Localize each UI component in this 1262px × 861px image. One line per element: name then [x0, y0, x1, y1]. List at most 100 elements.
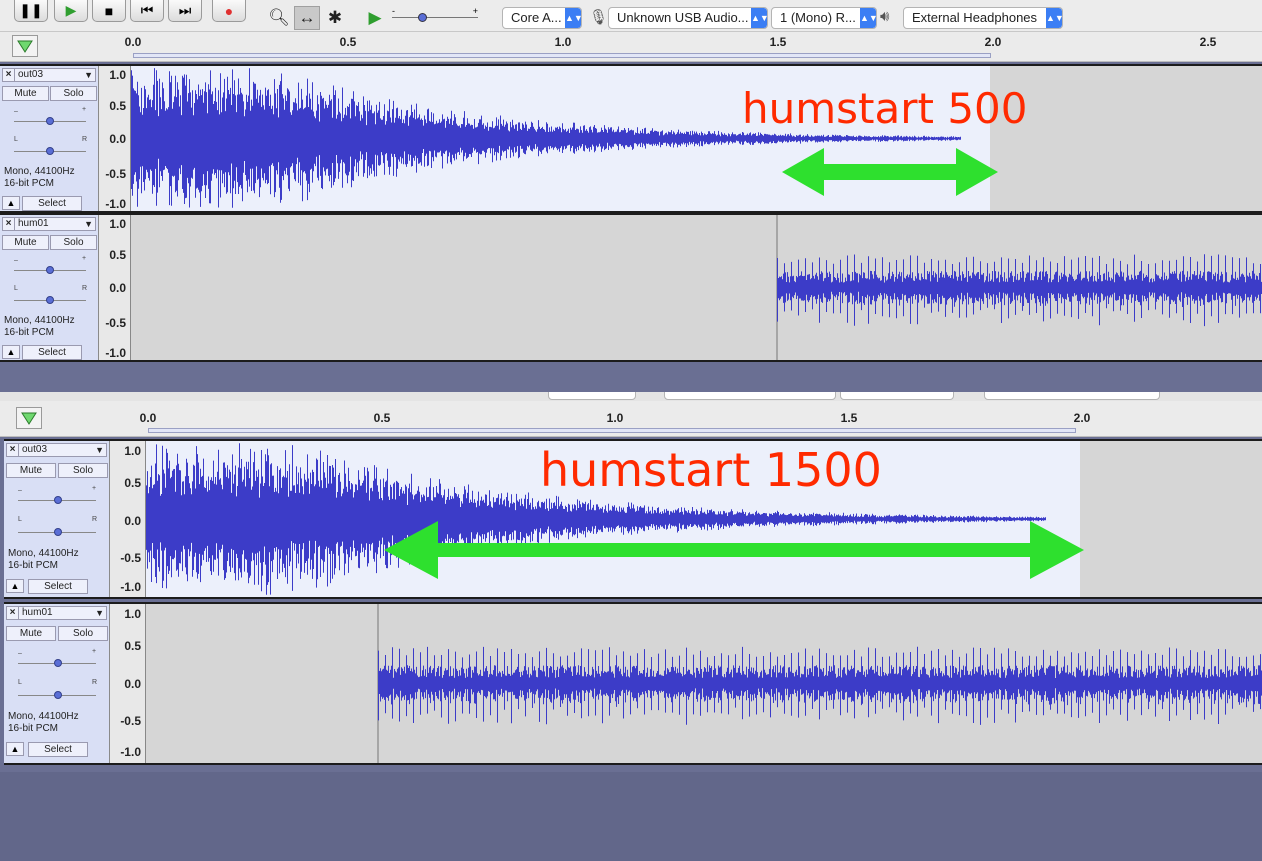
track-name: hum01 [18, 218, 49, 229]
pause-button[interactable]: ❚❚ [14, 0, 48, 22]
ruler-tick-label: 1.0 [554, 35, 572, 49]
chevron-updown-icon: ▲▼ [751, 8, 767, 28]
ruler-tick-label: 0.5 [339, 35, 357, 49]
pan-slider-thumb[interactable] [46, 296, 54, 304]
track-out03[interactable]: × out03 ▼ Mute Solo – + L R Mono, 44100Hz … [0, 64, 1262, 213]
waveform-area[interactable] [131, 215, 1262, 360]
gain-slider-thumb[interactable] [54, 659, 62, 667]
select-track-button[interactable]: Select [22, 345, 82, 360]
triangle-down-icon [17, 40, 33, 53]
track-name-menu[interactable]: × hum01 ▼ [6, 606, 107, 620]
mute-button[interactable]: Mute [2, 86, 49, 101]
mute-button[interactable]: Mute [6, 463, 56, 478]
scale-label: 0.5 [109, 248, 126, 262]
timeline-options-button[interactable] [16, 407, 42, 429]
ruler-tick-label: 0.0 [124, 35, 142, 49]
recording-device-select[interactable]: Unknown USB Audio... ▲▼ [608, 7, 768, 29]
record-button[interactable]: ● [212, 0, 246, 22]
timeline-ruler[interactable]: 0.0 0.5 1.0 1.5 2.0 2.5 [0, 32, 1262, 62]
gain-slider-thumb[interactable] [46, 117, 54, 125]
solo-button[interactable]: Solo [58, 626, 108, 641]
ruler-tick-label: 1.0 [606, 411, 624, 425]
audio-host-select[interactable]: Core A... ▲▼ [502, 7, 582, 29]
play-button[interactable]: ▶ [54, 0, 88, 22]
waveform-area[interactable] [146, 604, 1262, 763]
select-track-button[interactable]: Select [22, 196, 82, 211]
timeline-ruler[interactable]: 0.0 0.5 1.0 1.5 2.0 [0, 401, 1262, 437]
close-icon[interactable]: × [7, 444, 19, 456]
track-control-panel: × out03 ▼ Mute Solo – + L R Mono, 44100Hz … [4, 441, 110, 597]
solo-button[interactable]: Solo [50, 86, 97, 101]
gain-minus-label: – [14, 108, 18, 115]
double-arrow-icon [782, 148, 998, 196]
close-icon[interactable]: × [3, 69, 15, 81]
select-track-button[interactable]: Select [28, 742, 88, 757]
scale-label: -1.0 [120, 580, 141, 594]
track-control-panel: × hum01 ▼ Mute Solo – + L R Mono, 44100Hz … [4, 604, 110, 763]
select-track-button[interactable]: Select [28, 579, 88, 594]
ruler-tick-label: 2.0 [984, 35, 1002, 49]
solo-button[interactable]: Solo [58, 463, 108, 478]
gain-plus-label: + [92, 648, 97, 655]
scale-label: 0.5 [109, 99, 126, 113]
chevron-updown-icon: ▲▼ [1046, 8, 1062, 28]
ruler-tick-label: 0.5 [373, 411, 391, 425]
collapse-track-button[interactable]: ▲ [2, 345, 20, 359]
track-format-bits: 16-bit PCM [8, 560, 59, 571]
gain-plus-label: + [82, 106, 87, 113]
pan-slider-thumb[interactable] [54, 528, 62, 536]
ruler-tick-label: 2.5 [1199, 35, 1217, 49]
track-out03[interactable]: × out03 ▼ Mute Solo – + L R Mono, 44100Hz … [4, 439, 1262, 599]
chevron-down-icon: ▼ [95, 608, 104, 618]
waveform [146, 604, 1262, 763]
scale-label: -0.5 [120, 551, 141, 565]
track-name-menu[interactable]: × out03 ▼ [6, 443, 107, 457]
recording-channels-select[interactable]: 1 (Mono) R... ▲▼ [771, 7, 877, 29]
close-icon[interactable]: × [7, 607, 19, 619]
ruler-tick-label: 0.0 [139, 411, 157, 425]
track-format-rate: Mono, 44100Hz [4, 315, 75, 326]
playback-speed-slider[interactable]: - + [392, 6, 478, 24]
timeline-options-button[interactable] [12, 35, 38, 57]
track-name-menu[interactable]: × out03 ▼ [2, 68, 96, 82]
solo-button[interactable]: Solo [50, 235, 97, 250]
chevron-updown-icon: ▲▼ [860, 8, 876, 28]
mute-button[interactable]: Mute [2, 235, 49, 250]
scale-label: 0.0 [109, 132, 126, 146]
track-hum01[interactable]: × hum01 ▼ Mute Solo – + L R Mono, 44100Hz … [0, 213, 1262, 362]
gain-slider-thumb[interactable] [54, 496, 62, 504]
track-control-panel: × hum01 ▼ Mute Solo – + L R Mono, 44100Hz … [0, 215, 99, 360]
double-arrow-icon[interactable]: ↔ [294, 6, 320, 30]
collapse-track-button[interactable]: ▲ [6, 742, 24, 756]
pan-slider-thumb[interactable] [46, 147, 54, 155]
track-format-rate: Mono, 44100Hz [4, 166, 75, 177]
asterisk-icon[interactable]: ✱ [322, 6, 348, 30]
track-format-rate: Mono, 44100Hz [8, 548, 79, 559]
amplitude-ruler: 1.0 0.5 0.0 -0.5 -1.0 [99, 66, 131, 211]
scale-label: 0.0 [109, 281, 126, 295]
scale-label: 1.0 [124, 607, 141, 621]
skip-start-button[interactable]: ⏮ [130, 0, 164, 22]
close-icon[interactable]: × [3, 218, 15, 230]
pan-slider-thumb[interactable] [54, 691, 62, 699]
waveform-area[interactable] [131, 66, 1262, 211]
transport-toolbar: ❚❚ ▶ ■ ⏮ ⏭ ● 🔍︎ ↔ ✱ ▶ - + Core A... ▲▼ 🎙︎… [0, 0, 1262, 32]
track-hum01[interactable]: × hum01 ▼ Mute Solo – + L R Mono, 44100Hz … [4, 602, 1262, 765]
mute-button[interactable]: Mute [6, 626, 56, 641]
microphone-icon: 🎙︎ [589, 9, 609, 26]
stop-button[interactable]: ■ [92, 0, 126, 22]
track-format-bits: 16-bit PCM [4, 327, 55, 338]
playback-device-select[interactable]: External Headphones ▲▼ [903, 7, 1063, 29]
magnifier-icon[interactable]: 🔍︎ [266, 6, 292, 30]
collapse-track-button[interactable]: ▲ [6, 579, 24, 593]
pan-right-label: R [92, 516, 98, 523]
selection-bar[interactable] [133, 53, 991, 58]
selection-bar[interactable] [148, 428, 1076, 433]
collapse-track-button[interactable]: ▲ [2, 196, 20, 210]
gain-slider-thumb[interactable] [46, 266, 54, 274]
track-name-menu[interactable]: × hum01 ▼ [2, 217, 96, 231]
gain-minus-label: – [14, 257, 18, 264]
track-name: hum01 [22, 607, 53, 618]
play-at-speed-icon[interactable]: ▶ [362, 6, 388, 30]
skip-end-button[interactable]: ⏭ [168, 0, 202, 22]
